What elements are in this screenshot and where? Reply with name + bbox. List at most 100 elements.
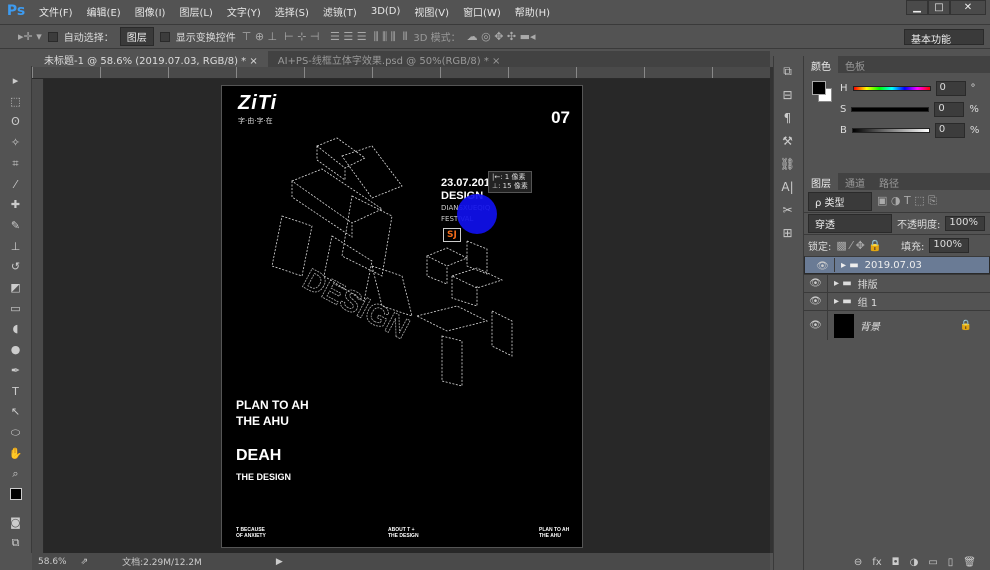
- fx-icon[interactable]: fx: [872, 557, 881, 568]
- magic-wand-icon[interactable]: ✧: [11, 136, 20, 153]
- layer-row-2019-07-03[interactable]: 👁 ▸ ▬ 2019.07.03: [804, 256, 990, 274]
- tab-swatches[interactable]: 色板: [838, 56, 872, 73]
- type-tool-icon[interactable]: T: [12, 385, 19, 402]
- close-tab-icon[interactable]: ×: [249, 56, 257, 67]
- screen-mode-icon[interactable]: ⧉: [12, 536, 20, 553]
- crop-tool-icon[interactable]: ⌗: [12, 157, 18, 174]
- layer-row-paiban[interactable]: 👁 ▸ ▬ 排版: [804, 274, 990, 292]
- color-swatches-icon[interactable]: [9, 488, 22, 512]
- quick-mask-icon[interactable]: ◙: [10, 516, 21, 533]
- blur-tool-icon[interactable]: ◖: [13, 322, 19, 339]
- show-transform-checkbox[interactable]: [159, 31, 170, 42]
- tab-channels[interactable]: 通道: [838, 173, 872, 190]
- blend-mode-dropdown[interactable]: 穿透: [808, 214, 892, 233]
- adjustments-icon[interactable]: ⊟: [782, 88, 792, 102]
- saturation-slider[interactable]: [851, 107, 930, 112]
- poster-document[interactable]: ZiTi 字·由·字·在 07 DESIGN 23.07.2019 DESIGN…: [221, 85, 583, 548]
- b-label: B: [840, 125, 847, 136]
- brush-presets-icon[interactable]: ⚒: [782, 134, 793, 148]
- stamp-tool-icon[interactable]: ⊥: [11, 240, 21, 257]
- lock-icons[interactable]: ▩ ⁄ ✥ 🔒: [836, 239, 882, 252]
- brightness-slider[interactable]: [851, 128, 930, 133]
- layers-panel-tabs: 图层 通道 路径: [804, 173, 990, 190]
- opacity-input[interactable]: 100%: [945, 216, 986, 231]
- tab-color[interactable]: 颜色: [804, 56, 838, 73]
- hand-tool-icon[interactable]: ✋: [9, 447, 23, 464]
- eye-icon[interactable]: 👁: [804, 293, 828, 310]
- menu-filter[interactable]: 滤镜(T): [316, 4, 364, 19]
- eye-icon[interactable]: 👁: [804, 311, 828, 340]
- lasso-tool-icon[interactable]: ʘ: [11, 115, 20, 132]
- wire-shape-2: [415, 240, 513, 387]
- align-icons[interactable]: ⊤ ⊕ ⊥ ⊢ ⊹ ⊣ ☰ ☰ ☰ ⫼ ⫼ ⫼ ⫴: [242, 30, 408, 44]
- path-select-icon[interactable]: ↖: [11, 405, 20, 422]
- menu-file[interactable]: 文件(F): [32, 4, 80, 19]
- filter-type-icons[interactable]: ▣ ◑ T ⬚ ⎘: [877, 194, 937, 208]
- tab-layers[interactable]: 图层: [804, 173, 838, 190]
- hue-slider[interactable]: [852, 86, 931, 91]
- close-tab-icon[interactable]: ×: [492, 56, 500, 67]
- move-tool-icon[interactable]: ▸✛ ▾: [18, 30, 42, 43]
- menu-image[interactable]: 图像(I): [128, 4, 173, 19]
- auto-select-checkbox[interactable]: [47, 31, 58, 42]
- tool-presets-icon[interactable]: ✂: [782, 203, 792, 217]
- saturation-input[interactable]: 0: [934, 102, 965, 117]
- foreground-color-swatch[interactable]: [812, 81, 826, 95]
- menu-window[interactable]: 窗口(W): [456, 4, 508, 19]
- show-transform-label: 显示变换控件: [175, 33, 236, 44]
- layer-comps-icon[interactable]: ⊞: [782, 226, 792, 240]
- eraser-icon[interactable]: ◩: [10, 281, 20, 298]
- menu-select[interactable]: 选择(S): [268, 4, 316, 19]
- menu-3d[interactable]: 3D(D): [364, 6, 408, 17]
- auto-select-dropdown[interactable]: 图层: [119, 27, 154, 46]
- zoom-level[interactable]: 58.6%: [38, 557, 67, 567]
- history-brush-icon[interactable]: ↺: [11, 260, 20, 277]
- share-icon[interactable]: ⇗: [81, 557, 89, 567]
- minimize-button[interactable]: ▁: [906, 0, 928, 15]
- new-layer-icon[interactable]: ▯: [948, 557, 954, 568]
- brush-tool-icon[interactable]: ✎: [11, 219, 20, 236]
- pen-tool-icon[interactable]: ✒: [11, 364, 20, 381]
- history-icon[interactable]: ⧉: [783, 64, 792, 79]
- menu-help[interactable]: 帮助(H): [508, 4, 557, 19]
- eye-icon[interactable]: 👁: [804, 275, 828, 292]
- layer-filter-row: ρ 类型 ▣ ◑ T ⬚ ⎘: [804, 190, 990, 212]
- hue-input[interactable]: 0: [935, 81, 966, 96]
- layer-row-group-1[interactable]: 👁 ▸ ▬ 组 1: [804, 292, 990, 310]
- menu-edit[interactable]: 编辑(E): [80, 4, 128, 19]
- marquee-tool-icon[interactable]: ⬚: [10, 95, 20, 112]
- tab-untitled-1[interactable]: 未标题-1 @ 58.6% (2019.07.03, RGB/8) * ×: [34, 51, 268, 67]
- 3d-tool-icons[interactable]: ☁ ◎ ✥ ✣ ▬◂: [467, 30, 536, 43]
- brightness-input[interactable]: 0: [934, 123, 965, 138]
- maximize-button[interactable]: □: [928, 0, 950, 15]
- gradient-icon[interactable]: ▭: [10, 302, 20, 319]
- move-tool-icon[interactable]: ▸: [13, 74, 19, 91]
- close-button[interactable]: ✕: [950, 0, 986, 15]
- menu-layer[interactable]: 图层(L): [172, 4, 219, 19]
- status-menu-arrow-icon[interactable]: ▶: [276, 557, 283, 567]
- new-group-icon[interactable]: ▭: [928, 557, 937, 568]
- tab-paths[interactable]: 路径: [872, 173, 906, 190]
- shape-tool-icon[interactable]: ⬭: [11, 426, 20, 443]
- link-layers-icon[interactable]: ⊖: [854, 557, 862, 568]
- tab-ai-ps[interactable]: AI+PS-线框立体字效果.psd @ 50%(RGB/8) * ×: [268, 51, 511, 67]
- eye-icon[interactable]: 👁: [811, 258, 835, 272]
- menu-type[interactable]: 文字(Y): [220, 4, 268, 19]
- fill-input[interactable]: 100%: [929, 238, 970, 253]
- zoom-tool-icon[interactable]: ⌕: [12, 467, 18, 484]
- paragraph-icon[interactable]: ¶: [784, 111, 792, 125]
- character-icon[interactable]: A|: [781, 180, 793, 194]
- status-bar: 58.6% ⇗ 文档:2.29M/12.2M ▶: [32, 553, 770, 570]
- layer-row-background[interactable]: 👁 背景 🔒: [804, 310, 990, 340]
- trash-icon[interactable]: 🗑: [963, 557, 976, 568]
- workspace-dropdown[interactable]: 基本功能: [904, 29, 984, 46]
- adjustment-layer-icon[interactable]: ◑: [910, 557, 919, 568]
- menu-view[interactable]: 视图(V): [407, 4, 456, 19]
- healing-brush-icon[interactable]: ✚: [11, 198, 20, 215]
- add-mask-icon[interactable]: ◘: [892, 557, 900, 568]
- eyedropper-icon[interactable]: ⁄: [15, 178, 17, 195]
- clone-source-icon[interactable]: ⛓: [780, 157, 795, 171]
- layer-filter-dropdown[interactable]: ρ 类型: [808, 191, 872, 211]
- footer-col-2: ABOUT T + THE DESIGN: [388, 527, 419, 539]
- dodge-tool-icon[interactable]: ●: [11, 343, 21, 360]
